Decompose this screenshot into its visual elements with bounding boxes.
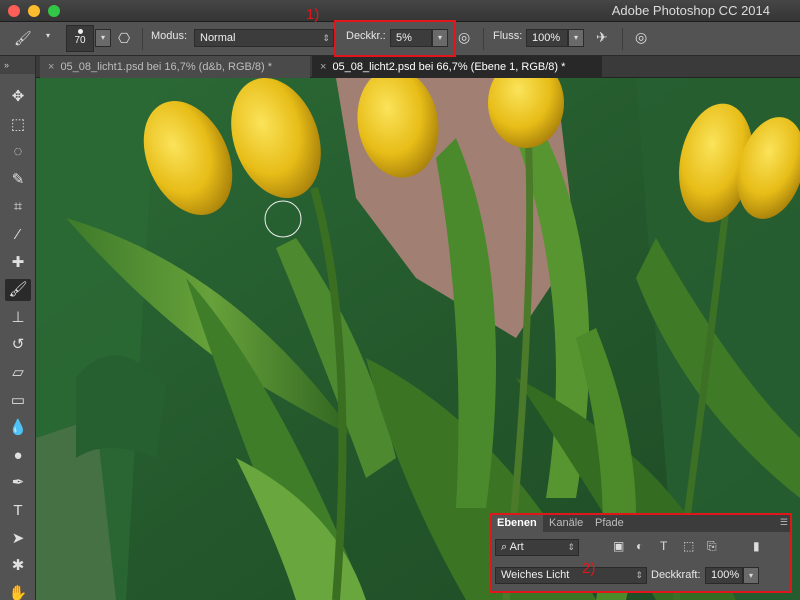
- brush-panel-toggle-icon[interactable]: ⎔: [118, 30, 130, 47]
- close-window-button[interactable]: [8, 5, 20, 17]
- brush-icon: 🖌: [8, 281, 28, 299]
- type-tool[interactable]: T: [5, 500, 31, 522]
- brush-tool[interactable]: 🖌: [5, 279, 31, 302]
- lasso-icon: ◌: [13, 143, 23, 161]
- blur-icon: 💧: [8, 419, 28, 437]
- history-brush-icon: ↺: [11, 336, 25, 354]
- separator: [622, 28, 623, 50]
- marquee-tool[interactable]: ⬚: [5, 114, 31, 136]
- close-tab-icon[interactable]: ×: [320, 61, 326, 73]
- clone-stamp-icon: ⊥: [11, 308, 25, 326]
- quick-selection-tool[interactable]: ✎: [5, 169, 31, 191]
- tab-label: 05_08_licht1.psd bei 16,7% (d&b, RGB/8) …: [60, 61, 273, 73]
- mode-select[interactable]: Normal ⇕: [194, 29, 334, 47]
- path-selection-icon: ➤: [11, 529, 25, 547]
- hand-tool[interactable]: ✋: [5, 583, 31, 600]
- close-tab-icon[interactable]: ×: [48, 61, 54, 73]
- brush-size-picker[interactable]: 70: [66, 25, 94, 52]
- eyedropper-icon: ⁄: [16, 226, 20, 243]
- toolbox: » ✥ ⬚ ◌ ✎ ⌗ ⁄ ✚ 🖌 ⊥ ↺ ▱ ▭ 💧 ● ✒ T ➤ ✱ ✋: [0, 56, 36, 600]
- maximize-window-button[interactable]: [48, 5, 60, 17]
- crop-tool[interactable]: ⌗: [5, 196, 31, 218]
- lasso-tool[interactable]: ◌: [5, 141, 31, 163]
- annotation-1: 1): [306, 6, 320, 23]
- eraser-icon: ▱: [12, 364, 24, 381]
- app-title: Adobe Photoshop CC 2014: [611, 3, 770, 18]
- flow-input[interactable]: 100%: [526, 29, 568, 47]
- clone-stamp-tool[interactable]: ⊥: [5, 307, 31, 329]
- pen-tool[interactable]: ✒: [5, 472, 31, 494]
- eraser-tool[interactable]: ▱: [5, 362, 31, 384]
- healing-brush-tool[interactable]: ✚: [5, 252, 31, 274]
- brush-tip-icon: [77, 29, 83, 34]
- custom-shape-icon: ✱: [11, 557, 25, 575]
- title-bar: Adobe Photoshop CC 2014: [0, 0, 800, 22]
- flow-label: Fluss:: [493, 30, 523, 42]
- gradient-tool[interactable]: ▭: [5, 390, 31, 412]
- crop-icon: ⌗: [13, 198, 23, 216]
- brush-picker-dropdown-button[interactable]: ▾: [95, 29, 111, 47]
- separator: [483, 28, 484, 50]
- type-icon: T: [13, 502, 23, 519]
- mode-value: Normal: [200, 32, 236, 44]
- pressure-size-icon[interactable]: ◎: [635, 29, 647, 46]
- tab-document-1[interactable]: × 05_08_licht1.psd bei 16,7% (d&b, RGB/8)…: [40, 56, 310, 78]
- updown-arrows-icon: ⇕: [322, 33, 330, 43]
- pressure-opacity-icon[interactable]: ◎: [458, 29, 470, 46]
- tab-label: 05_08_licht2.psd bei 66,7% (Ebene 1, RGB…: [332, 61, 566, 73]
- flow-dropdown-button[interactable]: ▾: [568, 29, 584, 47]
- hand-icon: ✋: [8, 584, 28, 600]
- blur-tool[interactable]: 💧: [5, 417, 31, 439]
- move-icon: ✥: [11, 88, 25, 105]
- mode-label: Modus:: [151, 30, 188, 42]
- gradient-icon: ▭: [10, 391, 26, 409]
- tab-document-2[interactable]: × 05_08_licht2.psd bei 66,7% (Ebene 1, RG…: [312, 56, 602, 78]
- history-brush-tool[interactable]: ↺: [5, 334, 31, 356]
- airbrush-icon[interactable]: ✈: [596, 29, 608, 46]
- tool-preset-dropdown-icon[interactable]: ▾: [46, 31, 50, 40]
- brush-size-value: 70: [74, 35, 86, 46]
- eyedropper-tool[interactable]: ⁄: [5, 224, 31, 246]
- marquee-icon: ⬚: [10, 115, 26, 133]
- healing-brush-icon: ✚: [11, 253, 25, 271]
- opacity-highlight-box: [334, 20, 456, 57]
- toolbox-collapse-icon[interactable]: »: [0, 56, 35, 74]
- brush-preset-icon[interactable]: 🖌: [14, 30, 32, 47]
- path-selection-tool[interactable]: ➤: [5, 528, 31, 550]
- dodge-tool[interactable]: ●: [5, 445, 31, 467]
- pen-icon: ✒: [11, 474, 25, 492]
- move-tool[interactable]: ✥: [5, 86, 31, 108]
- document-tab-bar: × 05_08_licht1.psd bei 16,7% (d&b, RGB/8)…: [36, 56, 800, 78]
- quick-selection-icon: ✎: [11, 170, 25, 188]
- dodge-icon: ●: [13, 446, 23, 464]
- custom-shape-tool[interactable]: ✱: [5, 555, 31, 577]
- photoshop-window: Adobe Photoshop CC 2014 🖌 ▾ 70 ▾ ⎔ Modus…: [0, 0, 800, 600]
- minimize-window-button[interactable]: [28, 5, 40, 17]
- flow-value: 100%: [532, 32, 561, 44]
- separator: [142, 28, 143, 50]
- layers-highlight-box: [490, 513, 792, 593]
